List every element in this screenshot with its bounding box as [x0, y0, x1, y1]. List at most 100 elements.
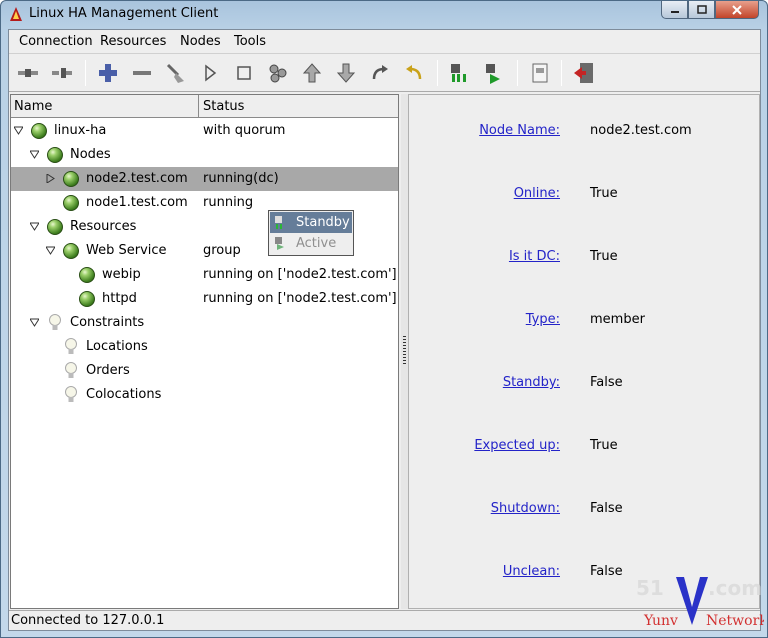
- menu-tools[interactable]: Tools: [234, 34, 266, 49]
- svg-text:.com: .com: [708, 576, 762, 600]
- collapsed-icon[interactable]: [46, 174, 55, 183]
- lightbulb-icon: [65, 386, 77, 402]
- tree-label: linux-ha: [54, 123, 107, 138]
- tree-row-locations[interactable]: Locations: [11, 335, 398, 359]
- tree-label: node2.test.com: [86, 171, 188, 186]
- app-logo-icon: [10, 7, 22, 21]
- active-icon: [486, 64, 500, 84]
- context-menu-label: Active: [296, 236, 337, 251]
- prop-value-unclean: False: [590, 564, 623, 579]
- expanded-icon[interactable]: [30, 150, 39, 159]
- tree-status: running(dc): [203, 171, 279, 186]
- disconnect-button[interactable]: [49, 60, 75, 86]
- column-header-status[interactable]: Status: [200, 95, 398, 117]
- svg-text:Network: Network: [706, 613, 764, 629]
- node-status-icon: [31, 123, 47, 139]
- column-header-name[interactable]: Name: [11, 95, 199, 117]
- panel-splitter[interactable]: [401, 94, 408, 609]
- tree-status: running on ['node2.test.com']: [203, 267, 397, 282]
- tree-status: group: [203, 243, 241, 258]
- tree-row-nodes[interactable]: Nodes: [11, 143, 398, 167]
- prop-label-is-dc[interactable]: Is it DC:: [509, 249, 560, 264]
- toolbar: [9, 54, 760, 92]
- tree-label: Constraints: [70, 315, 145, 330]
- tree-row-colocations[interactable]: Colocations: [11, 383, 398, 407]
- prop-value-standby: False: [590, 375, 623, 390]
- prop-value-online: True: [590, 186, 618, 201]
- node-status-icon: [63, 195, 79, 211]
- splitter-grip[interactable]: [403, 336, 406, 366]
- prop-value-is-dc: True: [590, 249, 618, 264]
- migrate-button[interactable]: [265, 60, 291, 86]
- expanded-icon[interactable]: [30, 318, 39, 327]
- tree-row-constraints[interactable]: Constraints: [11, 311, 398, 335]
- start-button[interactable]: [197, 60, 223, 86]
- svg-text:Yunv: Yunv: [643, 613, 678, 629]
- tree-row-orders[interactable]: Orders: [11, 359, 398, 383]
- active-icon: [275, 237, 284, 250]
- redo-button[interactable]: [367, 60, 393, 86]
- minimize-button[interactable]: [661, 1, 688, 19]
- resource-status-icon: [79, 291, 95, 307]
- expanded-icon[interactable]: [30, 222, 39, 231]
- active-button[interactable]: [481, 60, 507, 86]
- prop-label-unclean[interactable]: Unclean:: [503, 564, 560, 579]
- redo-icon: [372, 65, 388, 80]
- close-icon: [732, 4, 742, 15]
- client-area: Connection Resources Nodes Tools Name St…: [8, 29, 761, 631]
- stop-button[interactable]: [231, 60, 257, 86]
- maximize-icon: [696, 4, 707, 14]
- tree-row-cluster[interactable]: linux-ha with quorum: [11, 119, 398, 143]
- title-bar[interactable]: Linux HA Management Client: [1, 1, 767, 27]
- move-down-button[interactable]: [333, 60, 359, 86]
- prop-label-online[interactable]: Online:: [514, 186, 560, 201]
- prop-value-node-name: node2.test.com: [590, 123, 692, 138]
- prop-label-expected-up[interactable]: Expected up:: [474, 438, 560, 453]
- lightbulb-icon: [65, 338, 77, 354]
- connect-icon: [18, 69, 38, 77]
- prop-label-shutdown[interactable]: Shutdown:: [491, 501, 560, 516]
- tree-label: webip: [102, 267, 141, 282]
- context-menu-standby[interactable]: Standby: [270, 212, 352, 233]
- node-status-icon: [47, 147, 63, 163]
- close-button[interactable]: [715, 1, 759, 19]
- menu-connection[interactable]: Connection: [19, 34, 93, 49]
- undo-icon: [406, 65, 422, 80]
- remove-button[interactable]: [129, 60, 155, 86]
- tree-row-node2[interactable]: node2.test.com running(dc): [11, 167, 398, 191]
- toolbar-separator: [437, 60, 438, 86]
- prop-label-type[interactable]: Type:: [526, 312, 560, 327]
- standby-icon: [451, 64, 466, 82]
- add-button[interactable]: [95, 60, 121, 86]
- disconnect-icon: [52, 68, 72, 78]
- prop-label-standby[interactable]: Standby:: [503, 375, 560, 390]
- window-controls: [661, 1, 759, 19]
- prop-label-node-name[interactable]: Node Name:: [479, 123, 560, 138]
- standby-button[interactable]: [447, 60, 473, 86]
- prop-value-type: member: [590, 312, 645, 327]
- watermark-logo: 51 .com Yunv Network: [636, 576, 764, 629]
- standby-icon: [275, 216, 282, 229]
- connection-status: Connected to 127.0.0.1: [11, 613, 165, 628]
- tree-status: with quorum: [203, 123, 286, 138]
- prop-value-expected-up: True: [590, 438, 618, 453]
- connect-button[interactable]: [15, 60, 41, 86]
- stop-icon: [237, 66, 251, 80]
- undo-button[interactable]: [401, 60, 427, 86]
- cleanup-button[interactable]: [163, 60, 189, 86]
- tree-row-httpd[interactable]: httpd running on ['node2.test.com']: [11, 287, 398, 311]
- maximize-button[interactable]: [688, 1, 715, 19]
- menu-resources[interactable]: Resources: [100, 34, 166, 49]
- expanded-icon[interactable]: [14, 126, 23, 135]
- view-button[interactable]: [527, 60, 553, 86]
- resource-tree[interactable]: Name Status linux-ha with quorum Nodes n…: [10, 94, 399, 609]
- tree-row-webip[interactable]: webip running on ['node2.test.com']: [11, 263, 398, 287]
- exit-button[interactable]: [571, 60, 597, 86]
- tree-label: Orders: [86, 363, 130, 378]
- start-icon: [205, 64, 217, 82]
- expanded-icon[interactable]: [46, 246, 55, 255]
- resource-status-icon: [79, 267, 95, 283]
- tree-label: Web Service: [86, 243, 167, 258]
- move-up-button[interactable]: [299, 60, 325, 86]
- menu-nodes[interactable]: Nodes: [180, 34, 221, 49]
